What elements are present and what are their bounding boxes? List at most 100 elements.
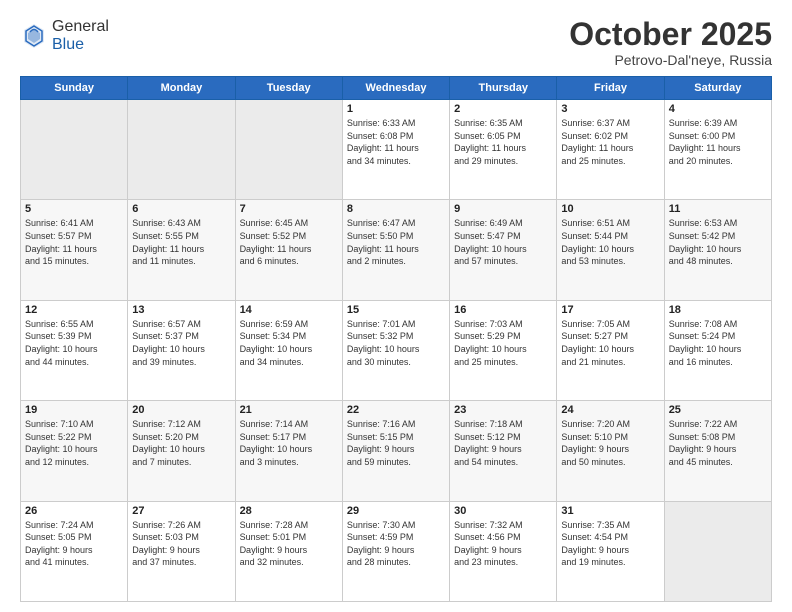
day-number: 30 xyxy=(454,505,552,517)
calendar-cell xyxy=(664,501,771,601)
day-number: 14 xyxy=(240,304,338,316)
day-number: 1 xyxy=(347,103,445,115)
day-info: Sunrise: 7:28 AM Sunset: 5:01 PM Dayligh… xyxy=(240,519,338,569)
calendar-cell: 18 Sunrise: 7:08 AM Sunset: 5:24 PM Dayli… xyxy=(664,300,771,400)
day-info: Sunrise: 6:33 AM Sunset: 6:08 PM Dayligh… xyxy=(347,117,445,167)
day-info: Sunrise: 7:24 AM Sunset: 5:05 PM Dayligh… xyxy=(25,519,123,569)
calendar-cell: 17 Sunrise: 7:05 AM Sunset: 5:27 PM Dayli… xyxy=(557,300,664,400)
calendar-cell: 4 Sunrise: 6:39 AM Sunset: 6:00 PM Daylig… xyxy=(664,100,771,200)
day-info: Sunrise: 7:22 AM Sunset: 5:08 PM Dayligh… xyxy=(669,418,767,468)
calendar-cell: 24Sunrise: 7:20 AM Sunset: 5:10 PM Dayli… xyxy=(557,401,664,501)
day-info: Sunrise: 7:03 AM Sunset: 5:29 PM Dayligh… xyxy=(454,318,552,368)
day-number: 3 xyxy=(561,103,659,115)
day-info: Sunrise: 7:26 AM Sunset: 5:03 PM Dayligh… xyxy=(132,519,230,569)
day-number: 5 xyxy=(25,203,123,215)
calendar-cell: 14Sunrise: 6:59 AM Sunset: 5:34 PM Dayli… xyxy=(235,300,342,400)
day-number: 17 xyxy=(561,304,659,316)
calendar-week-1: 1 Sunrise: 6:33 AM Sunset: 6:08 PM Daylig… xyxy=(21,100,772,200)
day-number: 18 xyxy=(669,304,767,316)
day-number: 4 xyxy=(669,103,767,115)
day-info: Sunrise: 7:14 AM Sunset: 5:17 PM Dayligh… xyxy=(240,418,338,468)
day-info: Sunrise: 7:35 AM Sunset: 4:54 PM Dayligh… xyxy=(561,519,659,569)
calendar-cell: 23 Sunrise: 7:18 AM Sunset: 5:12 PM Dayli… xyxy=(450,401,557,501)
location: Petrovo-Dal'neye, Russia xyxy=(569,52,772,68)
day-info: Sunrise: 6:53 AM Sunset: 5:42 PM Dayligh… xyxy=(669,217,767,267)
calendar-cell: 9Sunrise: 6:49 AM Sunset: 5:47 PM Daylig… xyxy=(450,200,557,300)
col-header-monday: Monday xyxy=(128,77,235,100)
col-header-sunday: Sunday xyxy=(21,77,128,100)
calendar-cell: 8 Sunrise: 6:47 AM Sunset: 5:50 PM Daylig… xyxy=(342,200,449,300)
col-header-tuesday: Tuesday xyxy=(235,77,342,100)
day-number: 2 xyxy=(454,103,552,115)
calendar-cell: 27Sunrise: 7:26 AM Sunset: 5:03 PM Dayli… xyxy=(128,501,235,601)
day-number: 25 xyxy=(669,404,767,416)
day-number: 28 xyxy=(240,505,338,517)
day-info: Sunrise: 7:20 AM Sunset: 5:10 PM Dayligh… xyxy=(561,418,659,468)
calendar-week-3: 12Sunrise: 6:55 AM Sunset: 5:39 PM Dayli… xyxy=(21,300,772,400)
calendar-week-5: 26Sunrise: 7:24 AM Sunset: 5:05 PM Dayli… xyxy=(21,501,772,601)
calendar-cell: 10Sunrise: 6:51 AM Sunset: 5:44 PM Dayli… xyxy=(557,200,664,300)
calendar-cell: 11 Sunrise: 6:53 AM Sunset: 5:42 PM Dayli… xyxy=(664,200,771,300)
day-info: Sunrise: 6:47 AM Sunset: 5:50 PM Dayligh… xyxy=(347,217,445,267)
day-info: Sunrise: 7:05 AM Sunset: 5:27 PM Dayligh… xyxy=(561,318,659,368)
day-number: 6 xyxy=(132,203,230,215)
calendar-cell: 16 Sunrise: 7:03 AM Sunset: 5:29 PM Dayli… xyxy=(450,300,557,400)
col-header-saturday: Saturday xyxy=(664,77,771,100)
calendar-cell xyxy=(128,100,235,200)
calendar-cell: 26Sunrise: 7:24 AM Sunset: 5:05 PM Dayli… xyxy=(21,501,128,601)
day-info: Sunrise: 6:35 AM Sunset: 6:05 PM Dayligh… xyxy=(454,117,552,167)
day-number: 11 xyxy=(669,203,767,215)
logo-icon xyxy=(20,22,48,50)
logo-general: General xyxy=(52,18,109,35)
day-number: 7 xyxy=(240,203,338,215)
calendar-cell xyxy=(21,100,128,200)
day-number: 20 xyxy=(132,404,230,416)
page: General Blue October 2025 Petrovo-Dal'ne… xyxy=(0,0,792,612)
day-number: 10 xyxy=(561,203,659,215)
calendar-cell: 6 Sunrise: 6:43 AM Sunset: 5:55 PM Daylig… xyxy=(128,200,235,300)
day-info: Sunrise: 6:39 AM Sunset: 6:00 PM Dayligh… xyxy=(669,117,767,167)
day-info: Sunrise: 7:18 AM Sunset: 5:12 PM Dayligh… xyxy=(454,418,552,468)
day-number: 23 xyxy=(454,404,552,416)
calendar-cell: 20 Sunrise: 7:12 AM Sunset: 5:20 PM Dayli… xyxy=(128,401,235,501)
calendar-cell: 13 Sunrise: 6:57 AM Sunset: 5:37 PM Dayli… xyxy=(128,300,235,400)
calendar-cell: 29Sunrise: 7:30 AM Sunset: 4:59 PM Dayli… xyxy=(342,501,449,601)
col-header-wednesday: Wednesday xyxy=(342,77,449,100)
calendar-cell: 7 Sunrise: 6:45 AM Sunset: 5:52 PM Daylig… xyxy=(235,200,342,300)
calendar-cell: 1 Sunrise: 6:33 AM Sunset: 6:08 PM Daylig… xyxy=(342,100,449,200)
day-info: Sunrise: 7:12 AM Sunset: 5:20 PM Dayligh… xyxy=(132,418,230,468)
day-info: Sunrise: 6:45 AM Sunset: 5:52 PM Dayligh… xyxy=(240,217,338,267)
day-info: Sunrise: 6:57 AM Sunset: 5:37 PM Dayligh… xyxy=(132,318,230,368)
calendar-header-row: SundayMondayTuesdayWednesdayThursdayFrid… xyxy=(21,77,772,100)
logo-blue: Blue xyxy=(52,36,84,53)
day-info: Sunrise: 6:43 AM Sunset: 5:55 PM Dayligh… xyxy=(132,217,230,267)
day-info: Sunrise: 7:10 AM Sunset: 5:22 PM Dayligh… xyxy=(25,418,123,468)
calendar-cell: 12Sunrise: 6:55 AM Sunset: 5:39 PM Dayli… xyxy=(21,300,128,400)
day-number: 16 xyxy=(454,304,552,316)
calendar-cell: 5 Sunrise: 6:41 AM Sunset: 5:57 PM Daylig… xyxy=(21,200,128,300)
day-info: Sunrise: 7:32 AM Sunset: 4:56 PM Dayligh… xyxy=(454,519,552,569)
calendar-week-4: 19Sunrise: 7:10 AM Sunset: 5:22 PM Dayli… xyxy=(21,401,772,501)
logo-text: General Blue xyxy=(52,18,109,54)
day-number: 9 xyxy=(454,203,552,215)
calendar-week-2: 5 Sunrise: 6:41 AM Sunset: 5:57 PM Daylig… xyxy=(21,200,772,300)
calendar-cell: 31Sunrise: 7:35 AM Sunset: 4:54 PM Dayli… xyxy=(557,501,664,601)
calendar-cell: 2 Sunrise: 6:35 AM Sunset: 6:05 PM Daylig… xyxy=(450,100,557,200)
calendar-cell: 30 Sunrise: 7:32 AM Sunset: 4:56 PM Dayli… xyxy=(450,501,557,601)
calendar-cell: 28 Sunrise: 7:28 AM Sunset: 5:01 PM Dayli… xyxy=(235,501,342,601)
calendar-cell: 25 Sunrise: 7:22 AM Sunset: 5:08 PM Dayli… xyxy=(664,401,771,501)
calendar-cell: 22Sunrise: 7:16 AM Sunset: 5:15 PM Dayli… xyxy=(342,401,449,501)
month-title: October 2025 xyxy=(569,18,772,50)
day-info: Sunrise: 6:41 AM Sunset: 5:57 PM Dayligh… xyxy=(25,217,123,267)
logo: General Blue xyxy=(20,18,109,54)
calendar-cell: 3Sunrise: 6:37 AM Sunset: 6:02 PM Daylig… xyxy=(557,100,664,200)
day-info: Sunrise: 7:08 AM Sunset: 5:24 PM Dayligh… xyxy=(669,318,767,368)
day-number: 8 xyxy=(347,203,445,215)
day-info: Sunrise: 6:55 AM Sunset: 5:39 PM Dayligh… xyxy=(25,318,123,368)
day-number: 29 xyxy=(347,505,445,517)
day-number: 21 xyxy=(240,404,338,416)
day-number: 13 xyxy=(132,304,230,316)
title-block: October 2025 Petrovo-Dal'neye, Russia xyxy=(569,18,772,68)
col-header-thursday: Thursday xyxy=(450,77,557,100)
day-number: 15 xyxy=(347,304,445,316)
